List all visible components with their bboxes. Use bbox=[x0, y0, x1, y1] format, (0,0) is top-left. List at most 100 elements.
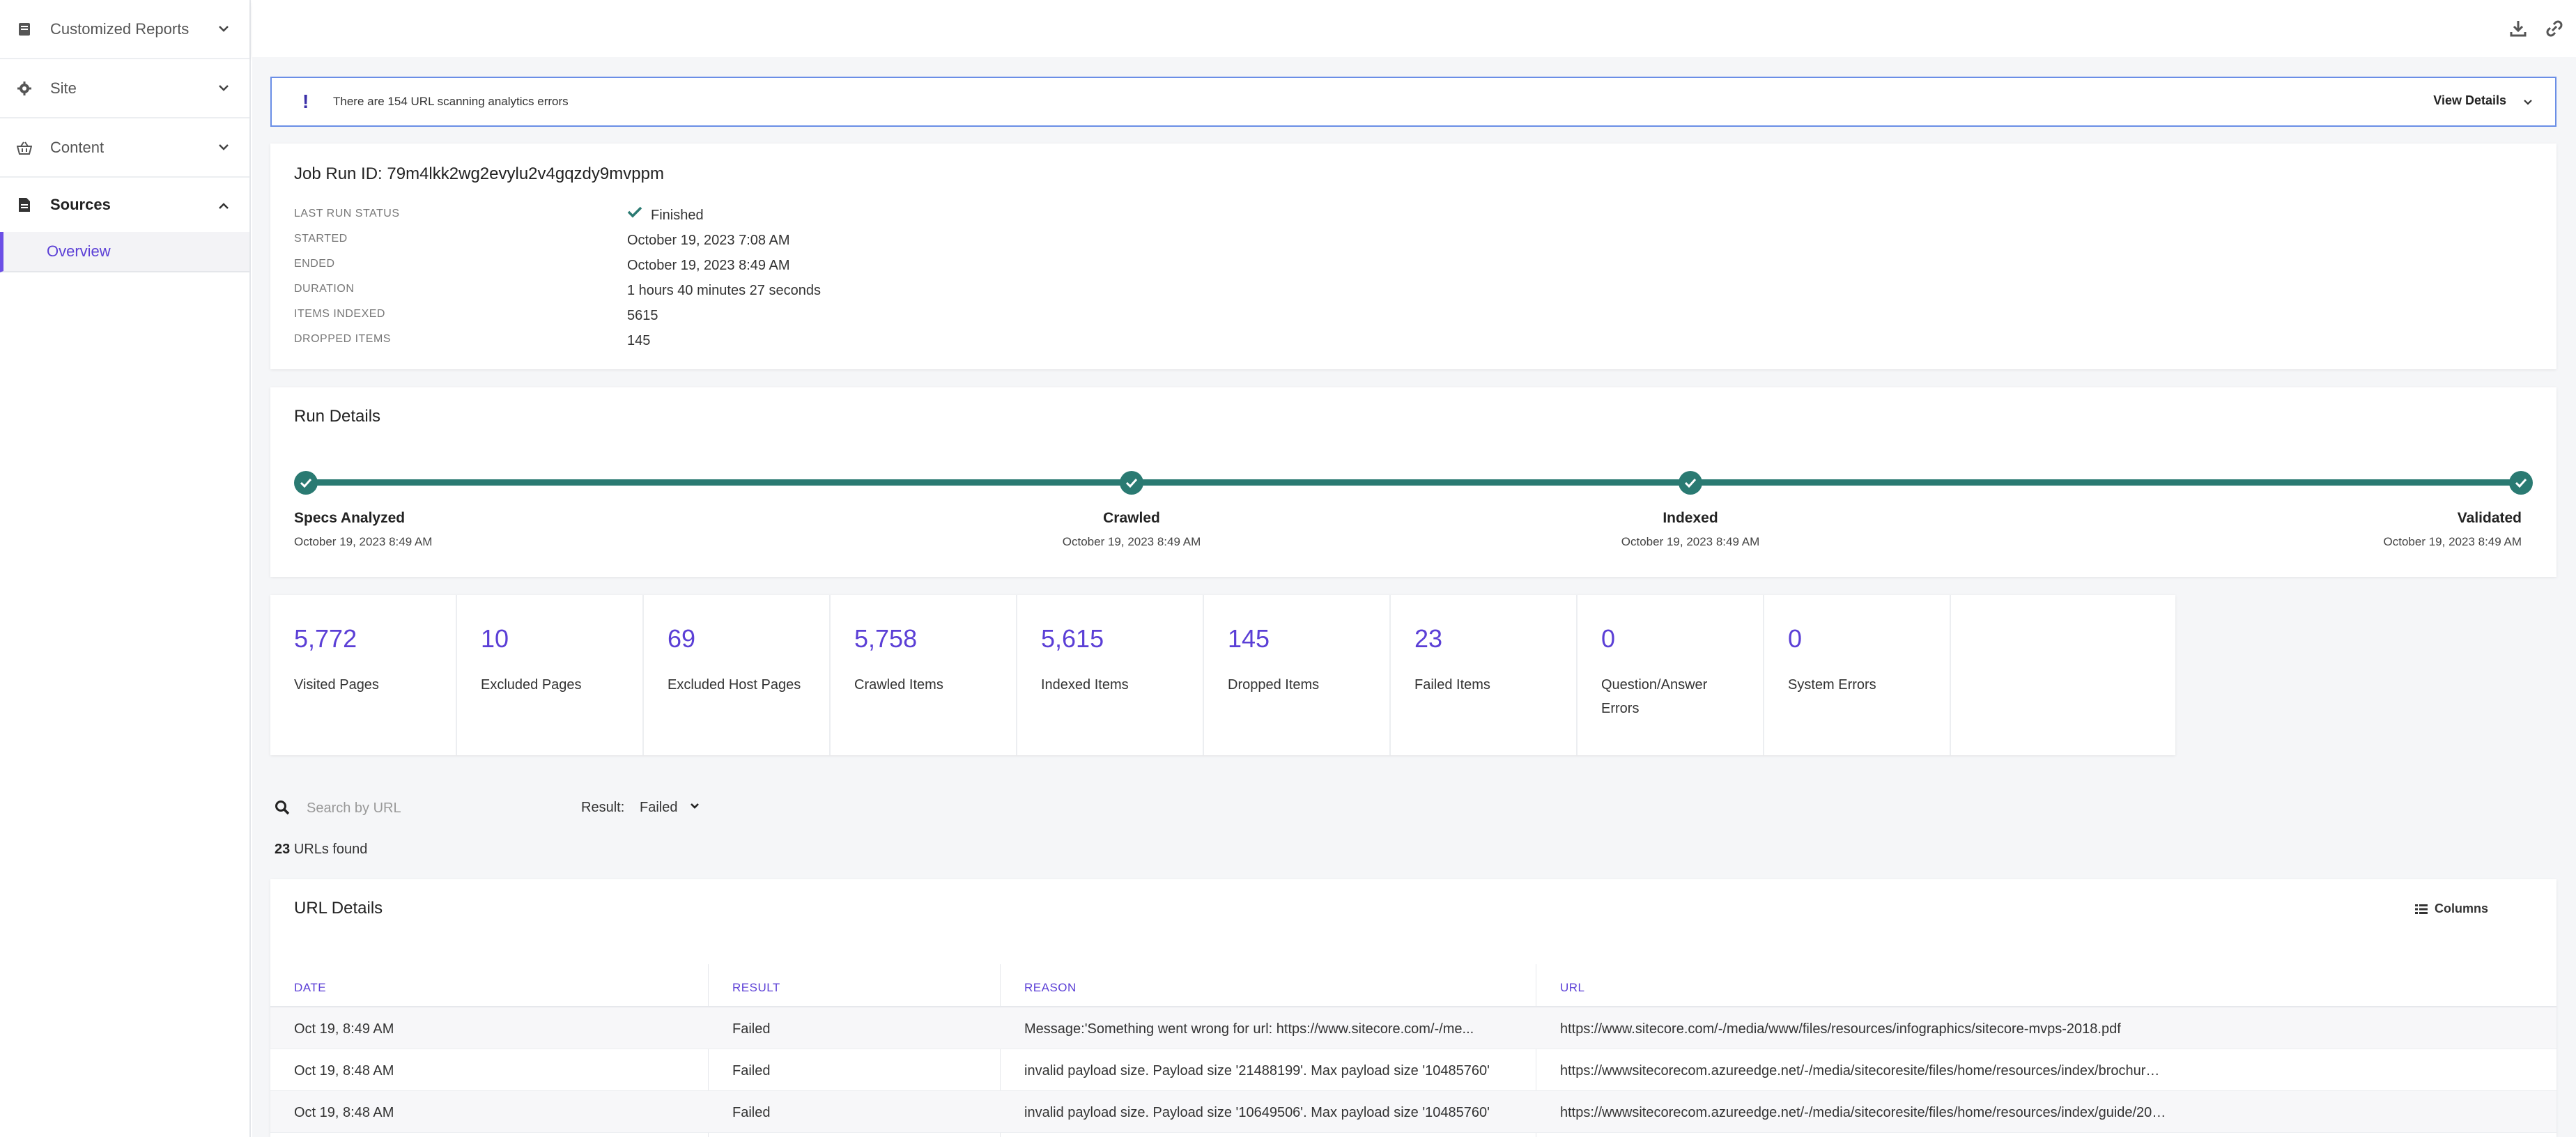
sidebar-item-site[interactable]: Site bbox=[0, 59, 249, 118]
sidebar-item-label: Customized Reports bbox=[50, 20, 190, 38]
stage-complete-icon bbox=[294, 471, 318, 495]
stat-value: 5,615 bbox=[1041, 624, 1104, 653]
job-run-card: Job Run ID: 79m4lkk2wg2evylu2v4gqzdy9mvp… bbox=[270, 144, 2556, 369]
sidebar-item-label: Sources bbox=[50, 196, 111, 213]
stage-date: October 19, 2023 8:49 AM bbox=[2383, 535, 2522, 548]
sidebar-item-label: Site bbox=[50, 79, 77, 97]
sidebar-item-customized-reports[interactable]: Customized Reports bbox=[0, 0, 249, 59]
filter-bar: Result: Failed bbox=[270, 794, 2556, 822]
field-value: October 19, 2023 7:08 AM bbox=[627, 233, 790, 248]
sidebar-item-content[interactable]: Content bbox=[0, 118, 249, 178]
field-label: LAST RUN STATUS bbox=[294, 208, 400, 219]
result-filter-select[interactable]: Failed bbox=[640, 800, 677, 816]
column-header-result[interactable]: RESULT bbox=[732, 981, 780, 995]
chevron-down-icon bbox=[219, 26, 229, 32]
view-details-button[interactable]: View Details bbox=[2433, 93, 2506, 108]
stat-value: 69 bbox=[668, 624, 696, 653]
stage-complete-icon bbox=[1679, 471, 1702, 495]
cell-reason: invalid payload size. Payload size '1064… bbox=[1024, 1105, 1490, 1120]
chevron-down-icon bbox=[219, 85, 229, 91]
stat-label: Question/Answer Errors bbox=[1601, 677, 1708, 716]
stat-label: Visited Pages bbox=[294, 677, 379, 693]
column-header-url[interactable]: URL bbox=[1560, 981, 1585, 995]
run-details-card: Run Details Specs Analyzed October 19, 2… bbox=[270, 387, 2556, 577]
stat-failed-items: 23 Failed Items bbox=[1391, 595, 1578, 755]
stage-complete-icon bbox=[2509, 471, 2533, 495]
table-header: DATE RESULT REASON URL bbox=[270, 964, 2556, 1007]
stats-panel: 5,772 Visited Pages 10 Excluded Pages 69… bbox=[270, 595, 2175, 755]
stat-excluded-host-pages: 69 Excluded Host Pages bbox=[644, 595, 831, 755]
sidebar: Customized Reports Site Content Sources … bbox=[0, 0, 251, 1137]
results-count-number: 23 bbox=[275, 842, 291, 857]
chevron-down-icon bbox=[219, 144, 229, 150]
stage-name: Indexed bbox=[1663, 510, 1718, 526]
chevron-down-icon[interactable] bbox=[688, 800, 701, 812]
stage-name: Crawled bbox=[1103, 510, 1160, 526]
columns-button[interactable]: Columns bbox=[2414, 902, 2488, 916]
column-header-reason[interactable]: REASON bbox=[1024, 981, 1077, 995]
stat-qa-errors: 0 Question/Answer Errors bbox=[1578, 595, 1764, 755]
stat-label: Excluded Pages bbox=[481, 677, 582, 693]
field-label: STARTED bbox=[294, 233, 348, 245]
chevron-down-icon[interactable] bbox=[2522, 96, 2534, 109]
progress-track bbox=[308, 479, 2519, 486]
column-header-date[interactable]: DATE bbox=[294, 981, 326, 995]
stat-label: Excluded Host Pages bbox=[668, 677, 801, 693]
check-icon bbox=[627, 206, 642, 222]
stat-crawled-items: 5,758 Crawled Items bbox=[831, 595, 1017, 755]
stat-label: System Errors bbox=[1788, 677, 1876, 693]
cell-result: Failed bbox=[732, 1021, 771, 1037]
field-value: October 19, 2023 8:49 AM bbox=[627, 258, 790, 273]
alert-message: There are 154 URL scanning analytics err… bbox=[333, 95, 569, 108]
cell-date: Oct 19, 8:48 AM bbox=[294, 1063, 394, 1078]
cell-reason: invalid payload size. Payload size '2148… bbox=[1024, 1063, 1490, 1078]
stage-name: Validated bbox=[2457, 510, 2522, 526]
field-value: 5615 bbox=[627, 308, 658, 323]
cell-result: Failed bbox=[732, 1105, 771, 1120]
stat-indexed-items: 5,615 Indexed Items bbox=[1017, 595, 1204, 755]
field-value: 1 hours 40 minutes 27 seconds bbox=[627, 283, 821, 298]
stage-complete-icon bbox=[1120, 471, 1143, 495]
link-icon[interactable] bbox=[2544, 18, 2565, 39]
columns-button-label: Columns bbox=[2434, 902, 2488, 915]
sidebar-item-label: Content bbox=[50, 138, 105, 156]
basket-icon bbox=[17, 140, 32, 155]
table-row[interactable]: Oct 19, 8:48 AM Failed invalid payload s… bbox=[270, 1091, 2556, 1133]
exclamation-icon: ! bbox=[302, 91, 309, 112]
table-row[interactable]: Oct 19, 8:49 AM Failed Message:'Somethin… bbox=[270, 1007, 2556, 1049]
stat-value: 10 bbox=[481, 624, 509, 653]
stat-value: 5,772 bbox=[294, 624, 357, 653]
run-details-title: Run Details bbox=[294, 407, 381, 426]
cell-url[interactable]: https://wwwsitecorecom.azureedge.net/-/m… bbox=[1560, 1063, 2166, 1079]
table-row[interactable]: Oct 19, 8:48 AM Failed invalid payload s… bbox=[270, 1049, 2556, 1091]
field-label: ITEMS INDEXED bbox=[294, 308, 385, 320]
gear-icon bbox=[17, 81, 32, 96]
download-icon[interactable] bbox=[2508, 18, 2529, 39]
stat-dropped-items: 145 Dropped Items bbox=[1204, 595, 1391, 755]
field-label: DURATION bbox=[294, 283, 355, 295]
sidebar-subitem-overview[interactable]: Overview bbox=[0, 232, 249, 272]
stat-label: Failed Items bbox=[1414, 677, 1490, 693]
cell-url[interactable]: https://www.sitecore.com/-/media/www/fil… bbox=[1560, 1021, 2166, 1037]
list-icon bbox=[2414, 904, 2428, 914]
stat-system-errors: 0 System Errors bbox=[1764, 595, 1951, 755]
stage-date: October 19, 2023 8:49 AM bbox=[1621, 535, 1760, 548]
stat-value: 5,758 bbox=[854, 624, 918, 653]
cell-date: Oct 19, 8:49 AM bbox=[294, 1021, 394, 1037]
results-count-text: URLs found bbox=[293, 842, 368, 857]
topbar bbox=[252, 0, 2576, 57]
stage-date: October 19, 2023 8:49 AM bbox=[1062, 535, 1201, 548]
stat-value: 145 bbox=[1228, 624, 1270, 653]
search-input[interactable] bbox=[307, 797, 557, 819]
stage-date: October 19, 2023 8:49 AM bbox=[294, 535, 433, 548]
job-run-title: Job Run ID: 79m4lkk2wg2evylu2v4gqzdy9mvp… bbox=[294, 164, 664, 183]
stat-excluded-pages: 10 Excluded Pages bbox=[457, 595, 644, 755]
stat-value: 0 bbox=[1788, 624, 1803, 653]
stat-value: 23 bbox=[1414, 624, 1443, 653]
cell-url[interactable]: https://wwwsitecorecom.azureedge.net/-/m… bbox=[1560, 1105, 2166, 1121]
stat-label: Dropped Items bbox=[1228, 677, 1320, 693]
stage-name: Specs Analyzed bbox=[294, 510, 406, 526]
sidebar-item-sources[interactable]: Sources bbox=[0, 178, 249, 232]
search-icon bbox=[275, 800, 290, 815]
field-value: 145 bbox=[627, 333, 651, 348]
